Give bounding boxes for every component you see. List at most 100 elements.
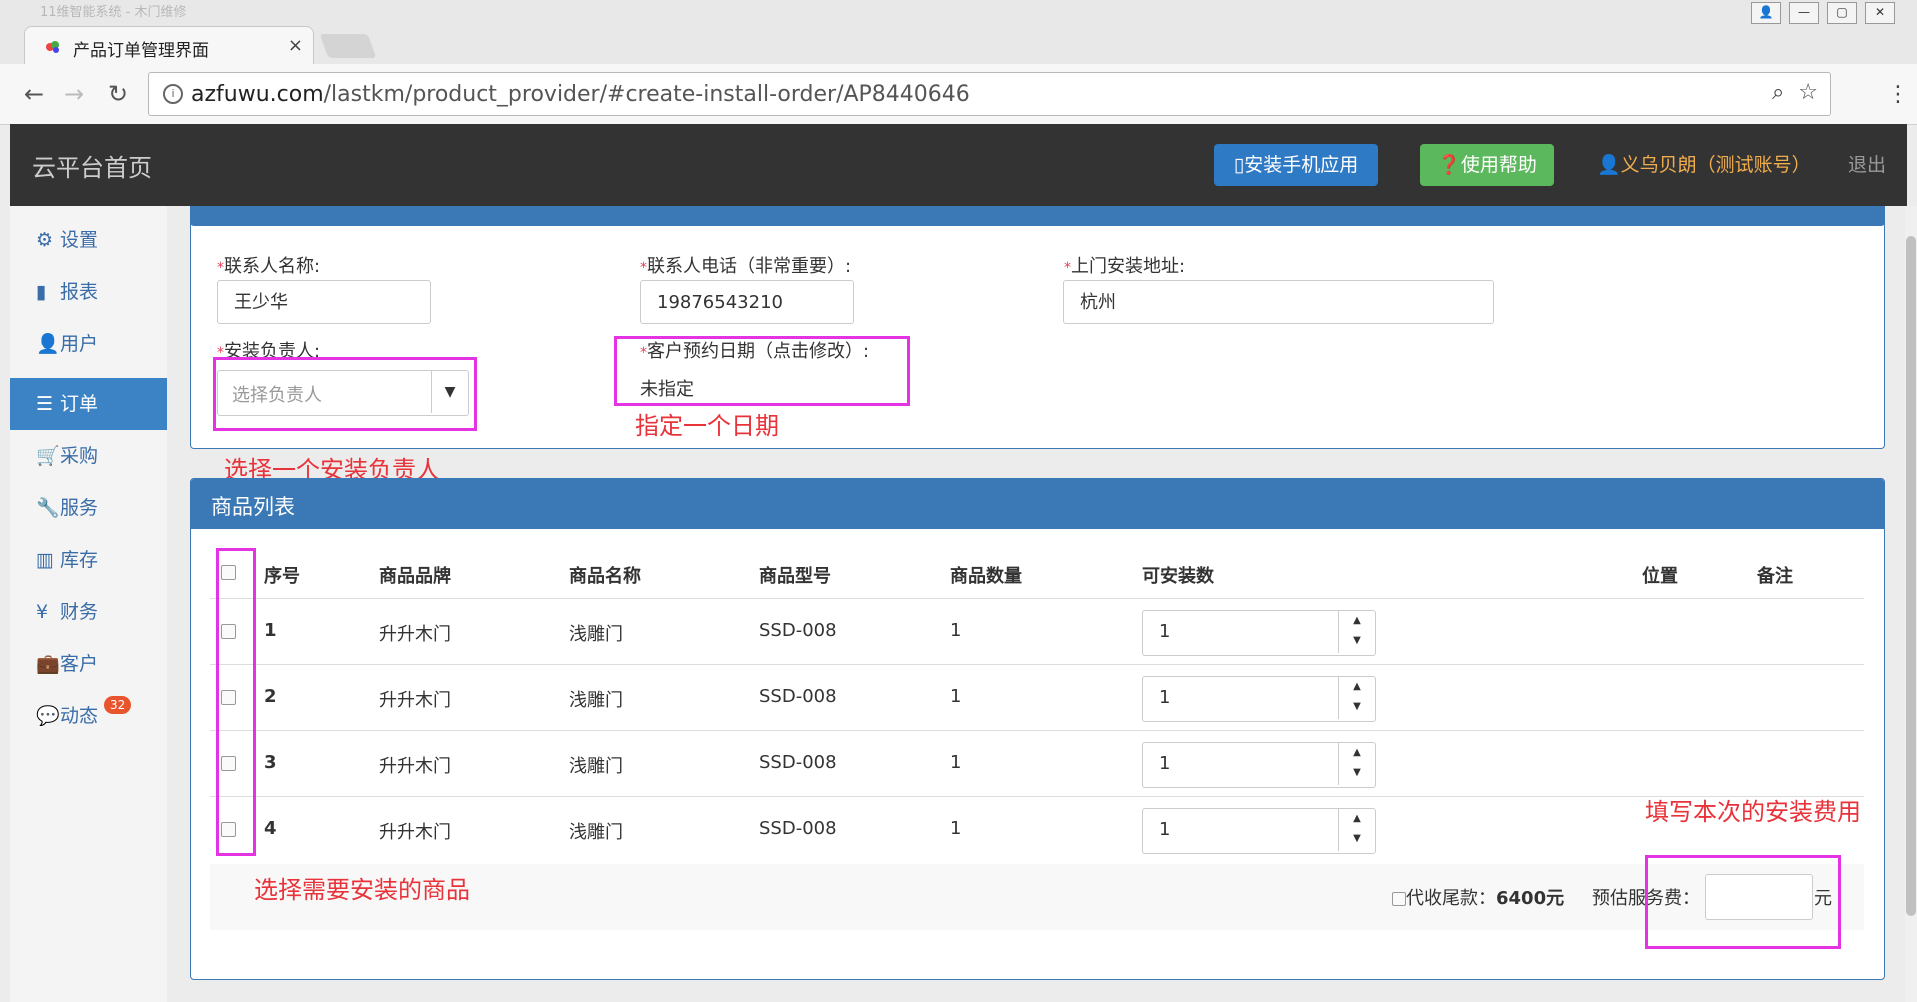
row-no: 3 [264, 752, 277, 773]
sidebar-item-customers[interactable]: 💼 客户 [10, 638, 167, 690]
address-label-text: 上门安装地址: [1071, 256, 1186, 277]
comment-icon: 💬 [36, 705, 60, 727]
sidebar-item-label: 客户 [60, 653, 99, 675]
logout-link[interactable]: 退出 [1848, 150, 1886, 177]
installable-stepper[interactable]: 1 ▲ ▼ [1142, 676, 1376, 722]
tab-close-icon[interactable]: × [288, 35, 303, 56]
contact-name-input[interactable]: 王少华 [217, 280, 431, 324]
sidebar-item-inventory[interactable]: ▥ 库存 [10, 534, 167, 586]
required-mark: * [1064, 260, 1071, 276]
sidebar-item-label: 财务 [60, 601, 99, 623]
annotation-pick-products: 选择需要安装的商品 [254, 876, 470, 904]
sidebar-item-orders[interactable]: ☰ 订单 [10, 378, 167, 430]
row-no: 4 [264, 818, 277, 839]
row-brand: 升升木门 [379, 624, 451, 645]
brand-home-link[interactable]: 云平台首页 [32, 148, 152, 183]
spinner-icon[interactable]: ▲ ▼ [1338, 677, 1375, 719]
cart-icon: 🛒 [36, 445, 60, 467]
sidebar-item-label: 订单 [60, 393, 99, 415]
row-name: 浅雕门 [569, 822, 623, 843]
back-icon[interactable]: ← [24, 80, 44, 108]
col-name: 商品名称 [569, 566, 641, 587]
chart-icon: ▮ [36, 281, 47, 303]
row-no: 2 [264, 686, 277, 707]
row-name: 浅雕门 [569, 690, 623, 711]
favicon-icon [46, 41, 59, 53]
wrench-icon: 🔧 [36, 497, 60, 519]
annotation-box-fee [1645, 855, 1841, 949]
new-tab-button[interactable] [319, 34, 377, 58]
close-window-icon[interactable]: ✕ [1865, 2, 1895, 24]
product-list-title: 商品列表 [211, 495, 295, 519]
col-brand: 商品品牌 [379, 566, 451, 587]
header-divider [210, 598, 1864, 599]
collect-balance-label: 代收尾款： [1406, 888, 1496, 909]
installable-stepper[interactable]: 1 ▲ ▼ [1142, 808, 1376, 854]
address-bar[interactable]: i azfuwu.com/lastkm/product_provider/#cr… [148, 72, 1831, 116]
browser-toolbar: ← → ↻ i azfuwu.com/lastkm/product_provid… [0, 64, 1917, 125]
window-controls: 👤 — ▢ ✕ [1751, 2, 1895, 24]
user-icon: 👤 [1597, 154, 1621, 176]
row-qty: 1 [950, 818, 962, 839]
sidebar-item-reports[interactable]: ▮ 报表 [10, 266, 167, 318]
sidebar-item-service[interactable]: 🔧 服务 [10, 482, 167, 534]
spinner-icon[interactable]: ▲ ▼ [1338, 743, 1375, 785]
contact-phone-input[interactable]: 19876543210 [640, 280, 854, 324]
sidebar-item-label: 服务 [60, 497, 99, 519]
sidebar-item-finance[interactable]: ¥ 财务 [10, 586, 167, 638]
background-tab[interactable]: 11维智能系统 - 木门维修 [40, 0, 300, 26]
user-name: 义乌贝朗（测试账号） [1620, 154, 1811, 176]
zoom-icon[interactable]: ⌕ [1772, 80, 1784, 105]
maximize-icon[interactable]: ▢ [1827, 2, 1857, 24]
briefcase-icon: 💼 [36, 653, 60, 675]
page-scrollbar[interactable] [1905, 206, 1917, 1002]
sidebar-item-settings[interactable]: ⚙ 设置 [10, 214, 167, 266]
collect-balance-checkbox[interactable] [1392, 892, 1406, 906]
annotation-box-date [614, 336, 910, 406]
profile-icon[interactable]: 👤 [1751, 2, 1781, 24]
user-menu[interactable]: 👤义乌贝朗（测试账号） [1597, 150, 1811, 177]
browser-menu-icon[interactable]: ⋮ [1887, 82, 1909, 107]
contact-phone-label: *联系人电话（非常重要）: [640, 252, 851, 278]
row-qty: 1 [950, 686, 962, 707]
row-divider [210, 664, 1864, 665]
installable-stepper[interactable]: 1 ▲ ▼ [1142, 742, 1376, 788]
gear-icon: ⚙ [36, 229, 54, 251]
sidebar-item-users[interactable]: 👤 用户 [10, 318, 167, 370]
row-qty: 1 [950, 620, 962, 641]
spinner-icon[interactable]: ▲ ▼ [1338, 611, 1375, 653]
minimize-icon[interactable]: — [1789, 2, 1819, 24]
annotation-pick-date: 指定一个日期 [635, 412, 779, 440]
tab-title: 产品订单管理界面 [73, 41, 209, 61]
spinner-icon[interactable]: ▲ ▼ [1338, 809, 1375, 851]
scrollbar-thumb[interactable] [1906, 236, 1916, 916]
sidebar-item-label: 动态 [60, 705, 99, 727]
reload-icon[interactable]: ↻ [108, 80, 128, 108]
row-model: SSD-008 [759, 620, 837, 641]
row-name: 浅雕门 [569, 624, 623, 645]
mobile-icon: ▯ [1233, 154, 1245, 176]
row-divider [210, 730, 1864, 731]
install-app-button[interactable]: ▯安装手机应用 [1214, 144, 1378, 186]
sidebar-item-label: 用户 [60, 333, 99, 355]
row-name: 浅雕门 [569, 756, 623, 777]
info-icon[interactable]: i [163, 84, 183, 104]
required-mark: * [640, 260, 647, 276]
active-tab[interactable]: 产品订单管理界面 × [24, 26, 314, 67]
help-button[interactable]: ❓使用帮助 [1420, 144, 1554, 186]
user-icon: 👤 [36, 333, 60, 355]
sidebar-item-label: 采购 [60, 445, 99, 467]
url-actions: ⌕ ☆ [1772, 80, 1818, 105]
installable-stepper[interactable]: 1 ▲ ▼ [1142, 610, 1376, 656]
sidebar-item-activity[interactable]: 💬 动态 32 [10, 690, 167, 742]
row-qty: 1 [950, 752, 962, 773]
forward-icon[interactable]: → [64, 80, 84, 108]
sidebar-item-purchase[interactable]: 🛒 采购 [10, 430, 167, 482]
question-icon: ❓ [1437, 154, 1461, 176]
row-model: SSD-008 [759, 686, 837, 707]
address-input[interactable]: 杭州 [1063, 280, 1494, 324]
col-position: 位置 [1642, 566, 1678, 587]
annotation-fill-fee: 填写本次的安装费用 [1645, 798, 1861, 826]
browser-tabstrip: 11维智能系统 - 木门维修 产品订单管理界面 × 👤 — ▢ ✕ [0, 0, 1917, 67]
bookmark-star-icon[interactable]: ☆ [1798, 80, 1818, 105]
